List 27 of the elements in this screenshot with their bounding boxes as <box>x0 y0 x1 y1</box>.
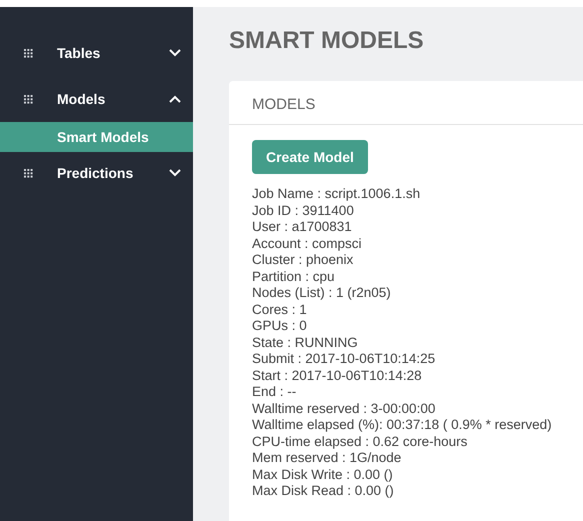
nav-item[interactable]: Predictions <box>0 150 193 196</box>
job-info-line: Account : compsci <box>252 236 363 252</box>
grid-icon <box>24 94 33 104</box>
job-info-line: End : -- <box>252 384 298 400</box>
job-info-line: Walltime reserved : 3-00:00:00 <box>252 400 436 417</box>
card-title: MODELS <box>229 81 583 125</box>
job-info-line: GPUs : 0 <box>252 318 308 334</box>
job-info-line: CPU-time elapsed : 0.62 core-hours <box>252 434 468 450</box>
grid-icon <box>24 168 33 178</box>
job-info-line: Submit : 2017-10-06T10:14:25 <box>252 351 436 368</box>
job-info-line: Job ID : 3911400 <box>252 202 355 219</box>
job-info-line: User : a1700831 <box>252 219 353 236</box>
nav-item[interactable]: Models <box>0 76 193 122</box>
job-info-line: Mem reserved : 1G/node <box>252 450 402 466</box>
grid-icon <box>24 48 33 58</box>
job-info-line: Cores : 1 <box>252 302 308 318</box>
job-info-line: Cluster : phoenix <box>252 252 354 268</box>
nav-item[interactable]: Tables <box>0 30 193 76</box>
job-info-line: Job Name : script.1006.1.sh <box>252 186 422 202</box>
job-info-line: Start : 2017-10-06T10:14:28 <box>252 368 423 384</box>
job-info-line: Max Disk Write : 0.00 () <box>252 466 394 483</box>
job-info-line: Partition : cpu <box>252 268 336 285</box>
job-info-line: State : RUNNING <box>252 334 359 351</box>
page-title: SMART MODELS <box>229 27 425 55</box>
job-info-line: Walltime elapsed (%): 00:37:18 ( 0.9% * reserved) <box>252 417 553 434</box>
job-info-line: Max Disk Read : 0.00 () <box>252 483 395 500</box>
job-info-line: Nodes (List) : 1 (r2n05) <box>252 285 392 302</box>
